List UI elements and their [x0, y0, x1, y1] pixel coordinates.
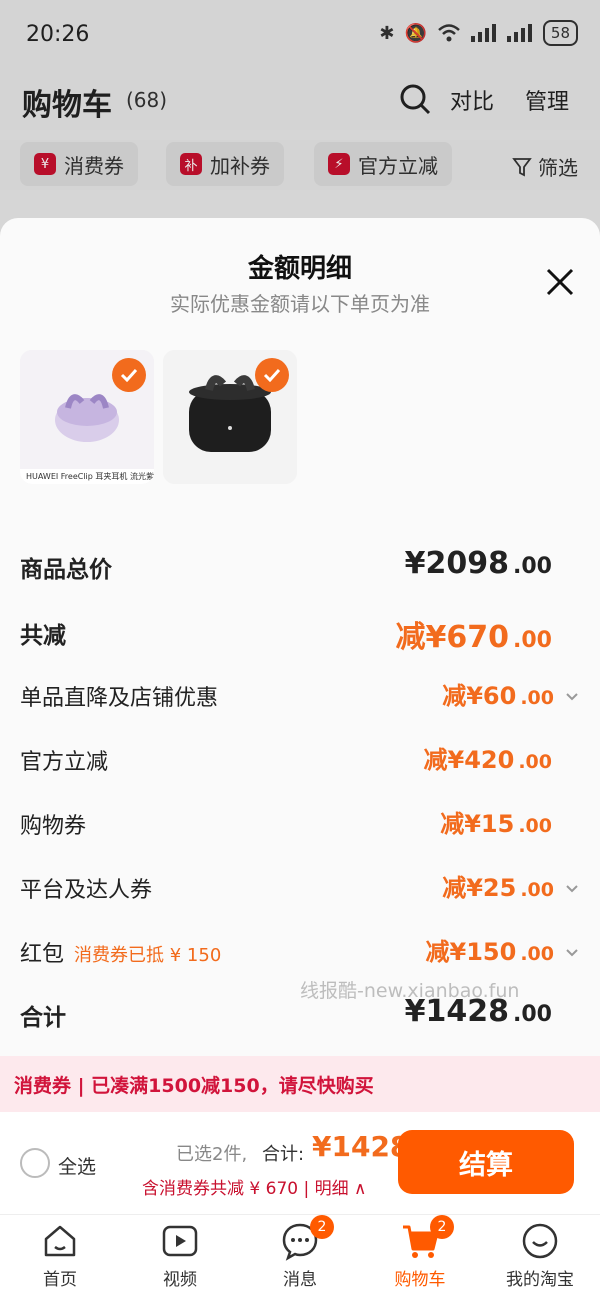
- tab-video[interactable]: 视频: [120, 1221, 240, 1290]
- row-label: 共减: [20, 623, 66, 649]
- row-value: 减¥670.00: [395, 620, 552, 655]
- checkout-bar: 全选 已选2件, 合计: ¥1428 含消费券共减 ¥ 670 | 明细 ∧ 结…: [0, 1112, 600, 1214]
- row-value: 减¥25.00: [442, 868, 580, 903]
- chevron-down-icon[interactable]: [564, 880, 580, 896]
- profile-smile-icon: [522, 1223, 558, 1259]
- promo-text: 消费券 | 已凑满1500减150，请尽快购买: [14, 1075, 374, 1097]
- row-grand-total: 合计 ¥1428.00: [20, 994, 580, 1034]
- message-badge: 2: [310, 1215, 334, 1239]
- row-subtotal: 商品总价 ¥2098.00: [20, 546, 580, 586]
- product-thumb-black-earbuds[interactable]: [163, 350, 297, 484]
- row-value: 减¥60.00: [442, 676, 580, 711]
- row-official-discount: 官方立减 减¥420.00: [20, 740, 580, 780]
- amount-detail-sheet: 金额明细 实际优惠金额请以下单页为准 HUAWEI FreeClip 耳夹耳机 …: [0, 218, 600, 1291]
- chevron-down-icon[interactable]: [564, 944, 580, 960]
- thumb-caption: HUAWEI FreeClip 耳夹耳机 流光紫: [20, 469, 154, 484]
- tab-messages[interactable]: 2 消息: [240, 1215, 360, 1290]
- video-icon: [162, 1225, 198, 1257]
- row-label: 平台及达人券: [20, 878, 153, 903]
- selected-check-icon[interactable]: [112, 358, 146, 392]
- total-value: ¥1428: [312, 1130, 410, 1163]
- row-label: 单品直降及店铺优惠: [20, 686, 219, 711]
- row-platform-coupon[interactable]: 平台及达人券 减¥25.00: [20, 868, 580, 908]
- row-shop-discount[interactable]: 单品直降及店铺优惠 减¥60.00: [20, 676, 580, 716]
- row-label: 合计: [20, 1005, 66, 1031]
- close-icon[interactable]: [542, 264, 578, 300]
- tab-home[interactable]: 首页: [0, 1221, 120, 1290]
- selected-check-icon[interactable]: [255, 358, 289, 392]
- home-icon: [44, 1225, 76, 1257]
- checkout-button[interactable]: 结算: [398, 1130, 574, 1194]
- row-total-reduce: 共减 减¥670.00: [20, 612, 580, 655]
- chevron-down-icon[interactable]: [564, 688, 580, 704]
- row-shopping-coupon: 购物券 减¥15.00: [20, 804, 580, 844]
- red-packet-note: 消费券已抵 ¥ 150: [74, 945, 222, 966]
- row-red-packet[interactable]: 红包 消费券已抵 ¥ 150 减¥150.00: [20, 932, 580, 972]
- select-all-label[interactable]: 全选: [58, 1152, 96, 1179]
- row-value: ¥1428.00: [404, 994, 552, 1029]
- tab-cart[interactable]: 2 购物车: [360, 1215, 480, 1290]
- row-value: 减¥420.00: [423, 746, 552, 774]
- row-label: 商品总价: [20, 557, 112, 583]
- sheet-title: 金额明细: [247, 254, 352, 284]
- cart-badge: 2: [430, 1215, 454, 1239]
- total-label: 合计:: [262, 1144, 305, 1165]
- select-all-checkbox[interactable]: [20, 1148, 50, 1178]
- row-label: 红包 消费券已抵 ¥ 150: [20, 942, 222, 967]
- row-label: 官方立减: [20, 750, 109, 775]
- selected-count: 已选2件,: [176, 1144, 248, 1165]
- bottom-tab-bar: 首页 视频 2 消息 2 购物车 我的淘宝: [0, 1214, 600, 1291]
- discount-detail-toggle[interactable]: 含消费券共减 ¥ 670 | 明细 ∧: [142, 1174, 366, 1199]
- row-value: 减¥15.00: [440, 810, 552, 838]
- row-value: ¥2098.00: [404, 546, 552, 581]
- tab-my-taobao[interactable]: 我的淘宝: [480, 1221, 600, 1290]
- row-label: 购物券: [20, 814, 87, 839]
- row-value: 减¥150.00: [426, 932, 580, 967]
- sheet-subtitle: 实际优惠金额请以下单页为准: [170, 292, 430, 316]
- coupon-promo-bar: 消费券 | 已凑满1500减150，请尽快购买: [0, 1056, 600, 1112]
- product-thumb-freeclip[interactable]: HUAWEI FreeClip 耳夹耳机 流光紫: [20, 350, 154, 484]
